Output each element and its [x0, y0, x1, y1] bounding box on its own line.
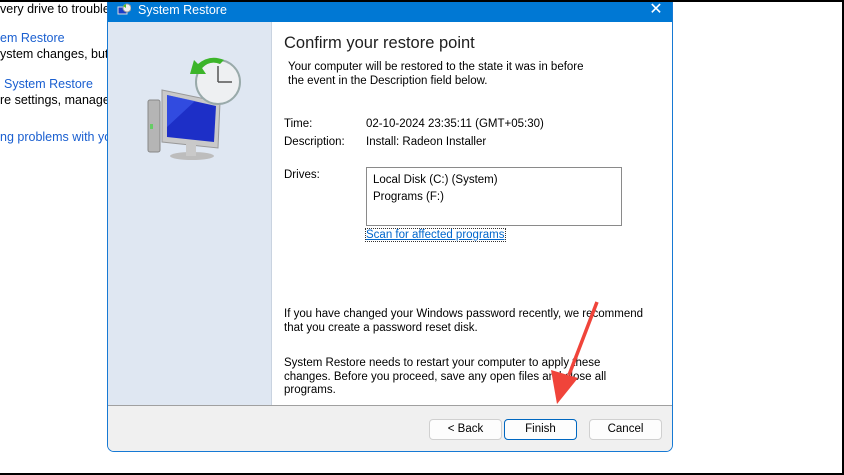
annotation-arrow-icon — [551, 301, 599, 404]
